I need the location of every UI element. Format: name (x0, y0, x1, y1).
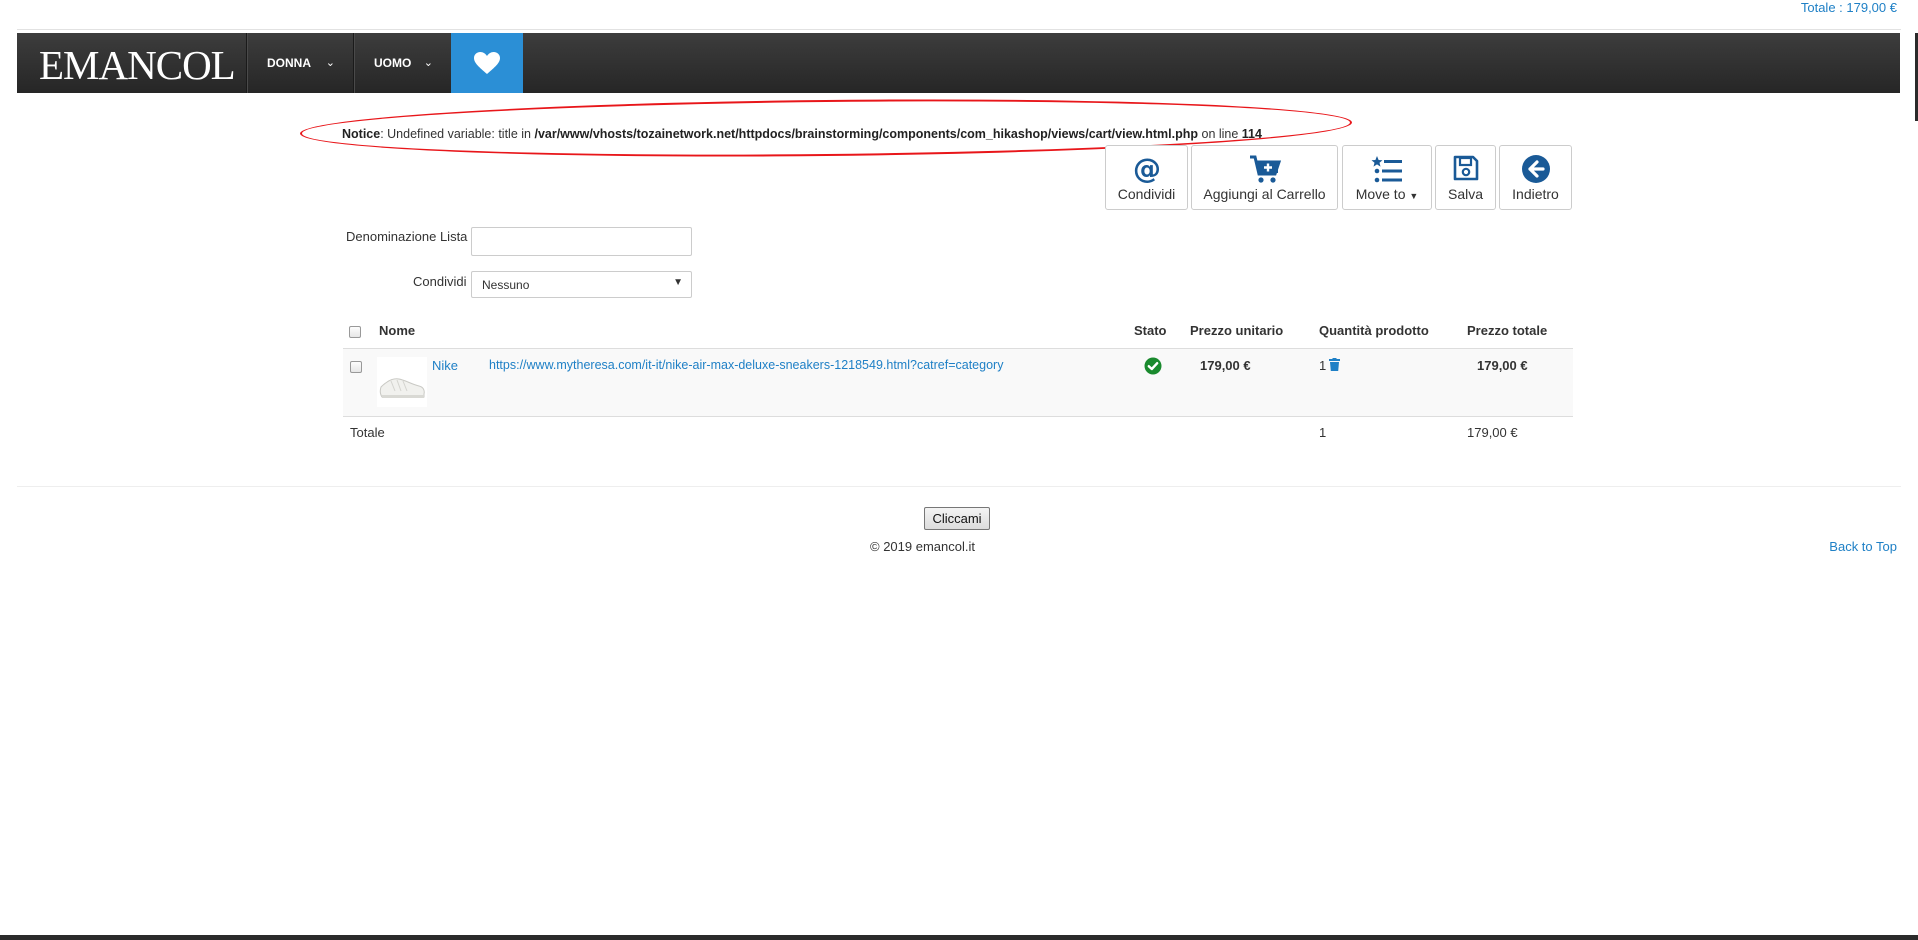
share-button-label: Condividi (1117, 186, 1176, 202)
col-header-name: Nome (379, 323, 416, 338)
select-all-checkbox[interactable] (349, 326, 361, 338)
cliccami-button[interactable]: Cliccami (924, 507, 990, 530)
chevron-down-icon: ⌄ (325, 57, 335, 69)
product-url-link[interactable]: https://www.mytheresa.com/it-it/nike-air… (489, 358, 1003, 372)
share-select-value: Nessuno (482, 278, 530, 292)
totals-quantity: 1 (1319, 425, 1327, 440)
at-icon: @ (1133, 154, 1161, 184)
cart-plus-icon (1249, 155, 1281, 183)
share-select-label: Condividi (413, 274, 467, 289)
nav-item-label: DONNA (267, 56, 311, 70)
list-name-input[interactable] (471, 227, 692, 256)
product-name-link[interactable]: Nike (432, 358, 458, 373)
main-navbar: EMANCOL DONNA ⌄ UOMO ⌄ (17, 33, 1900, 93)
wishlist-button[interactable] (451, 33, 523, 93)
check-circle-icon (1144, 357, 1162, 375)
list-icon (1371, 156, 1402, 183)
header-cart-total[interactable]: Totale : 179,00 € (1801, 0, 1897, 15)
move-to-label: Move to ▼ (1355, 186, 1419, 202)
nav-item-label: UOMO (374, 56, 412, 70)
product-thumbnail[interactable] (377, 357, 427, 407)
row-checkbox[interactable] (350, 361, 362, 373)
totals-price: 179,00 € (1467, 425, 1518, 440)
col-header-unit-price: Prezzo unitario (1190, 323, 1284, 338)
move-to-button[interactable]: Move to ▼ (1342, 145, 1432, 210)
col-header-status: Stato (1134, 323, 1167, 338)
floppy-disk-icon (1453, 155, 1478, 181)
nav-item-uomo[interactable]: UOMO ⌄ (353, 33, 451, 93)
add-to-cart-button[interactable]: Aggiungi al Carrello (1191, 145, 1338, 210)
nav-item-donna[interactable]: DONNA ⌄ (246, 33, 353, 93)
back-button[interactable]: Indietro (1499, 145, 1572, 210)
totals-label: Totale (350, 425, 385, 440)
back-button-label: Indietro (1512, 186, 1559, 202)
share-select[interactable]: Nessuno ▼ (471, 271, 692, 298)
notice-line: 114 (1241, 127, 1262, 141)
trash-icon[interactable] (1329, 358, 1340, 371)
svg-text:@: @ (1133, 154, 1161, 184)
row-quantity: 1 (1319, 358, 1327, 373)
save-button[interactable]: Salva (1435, 145, 1496, 210)
back-to-top-link[interactable]: Back to Top (1829, 539, 1897, 554)
bottom-taskbar-strip (0, 935, 1918, 940)
sneaker-image (379, 378, 425, 398)
copyright-text: © 2019 emancol.it (870, 539, 975, 554)
notice-path: /var/www/vhosts/tozainetwork.net/httpdoc… (534, 127, 1199, 141)
list-name-label: Denominazione Lista (346, 229, 468, 244)
notice-online: on line (1198, 127, 1242, 141)
share-button[interactable]: @ Condividi (1105, 145, 1188, 210)
row-unit-price: 179,00 € (1200, 358, 1251, 373)
row-total-price: 179,00 € (1477, 358, 1528, 373)
notice-message: : Undefined variable: title in (380, 127, 535, 141)
site-logo[interactable]: EMANCOL (39, 41, 236, 89)
save-button-label: Salva (1447, 186, 1484, 202)
heart-icon (474, 51, 500, 74)
caret-down-icon: ▼ (673, 277, 683, 288)
col-header-quantity: Quantità prodotto (1319, 323, 1429, 338)
arrow-circle-left-icon (1521, 155, 1550, 183)
notice-label: Notice (342, 127, 381, 141)
chevron-down-icon: ⌄ (423, 57, 433, 69)
php-notice: Notice: Undefined variable: title in /va… (342, 127, 1262, 141)
col-header-total-price: Prezzo totale (1467, 323, 1548, 338)
add-to-cart-label: Aggiungi al Carrello (1203, 186, 1326, 202)
footer-divider (17, 486, 1901, 487)
top-divider (17, 29, 1901, 30)
caret-down-icon: ▼ (1409, 191, 1419, 201)
